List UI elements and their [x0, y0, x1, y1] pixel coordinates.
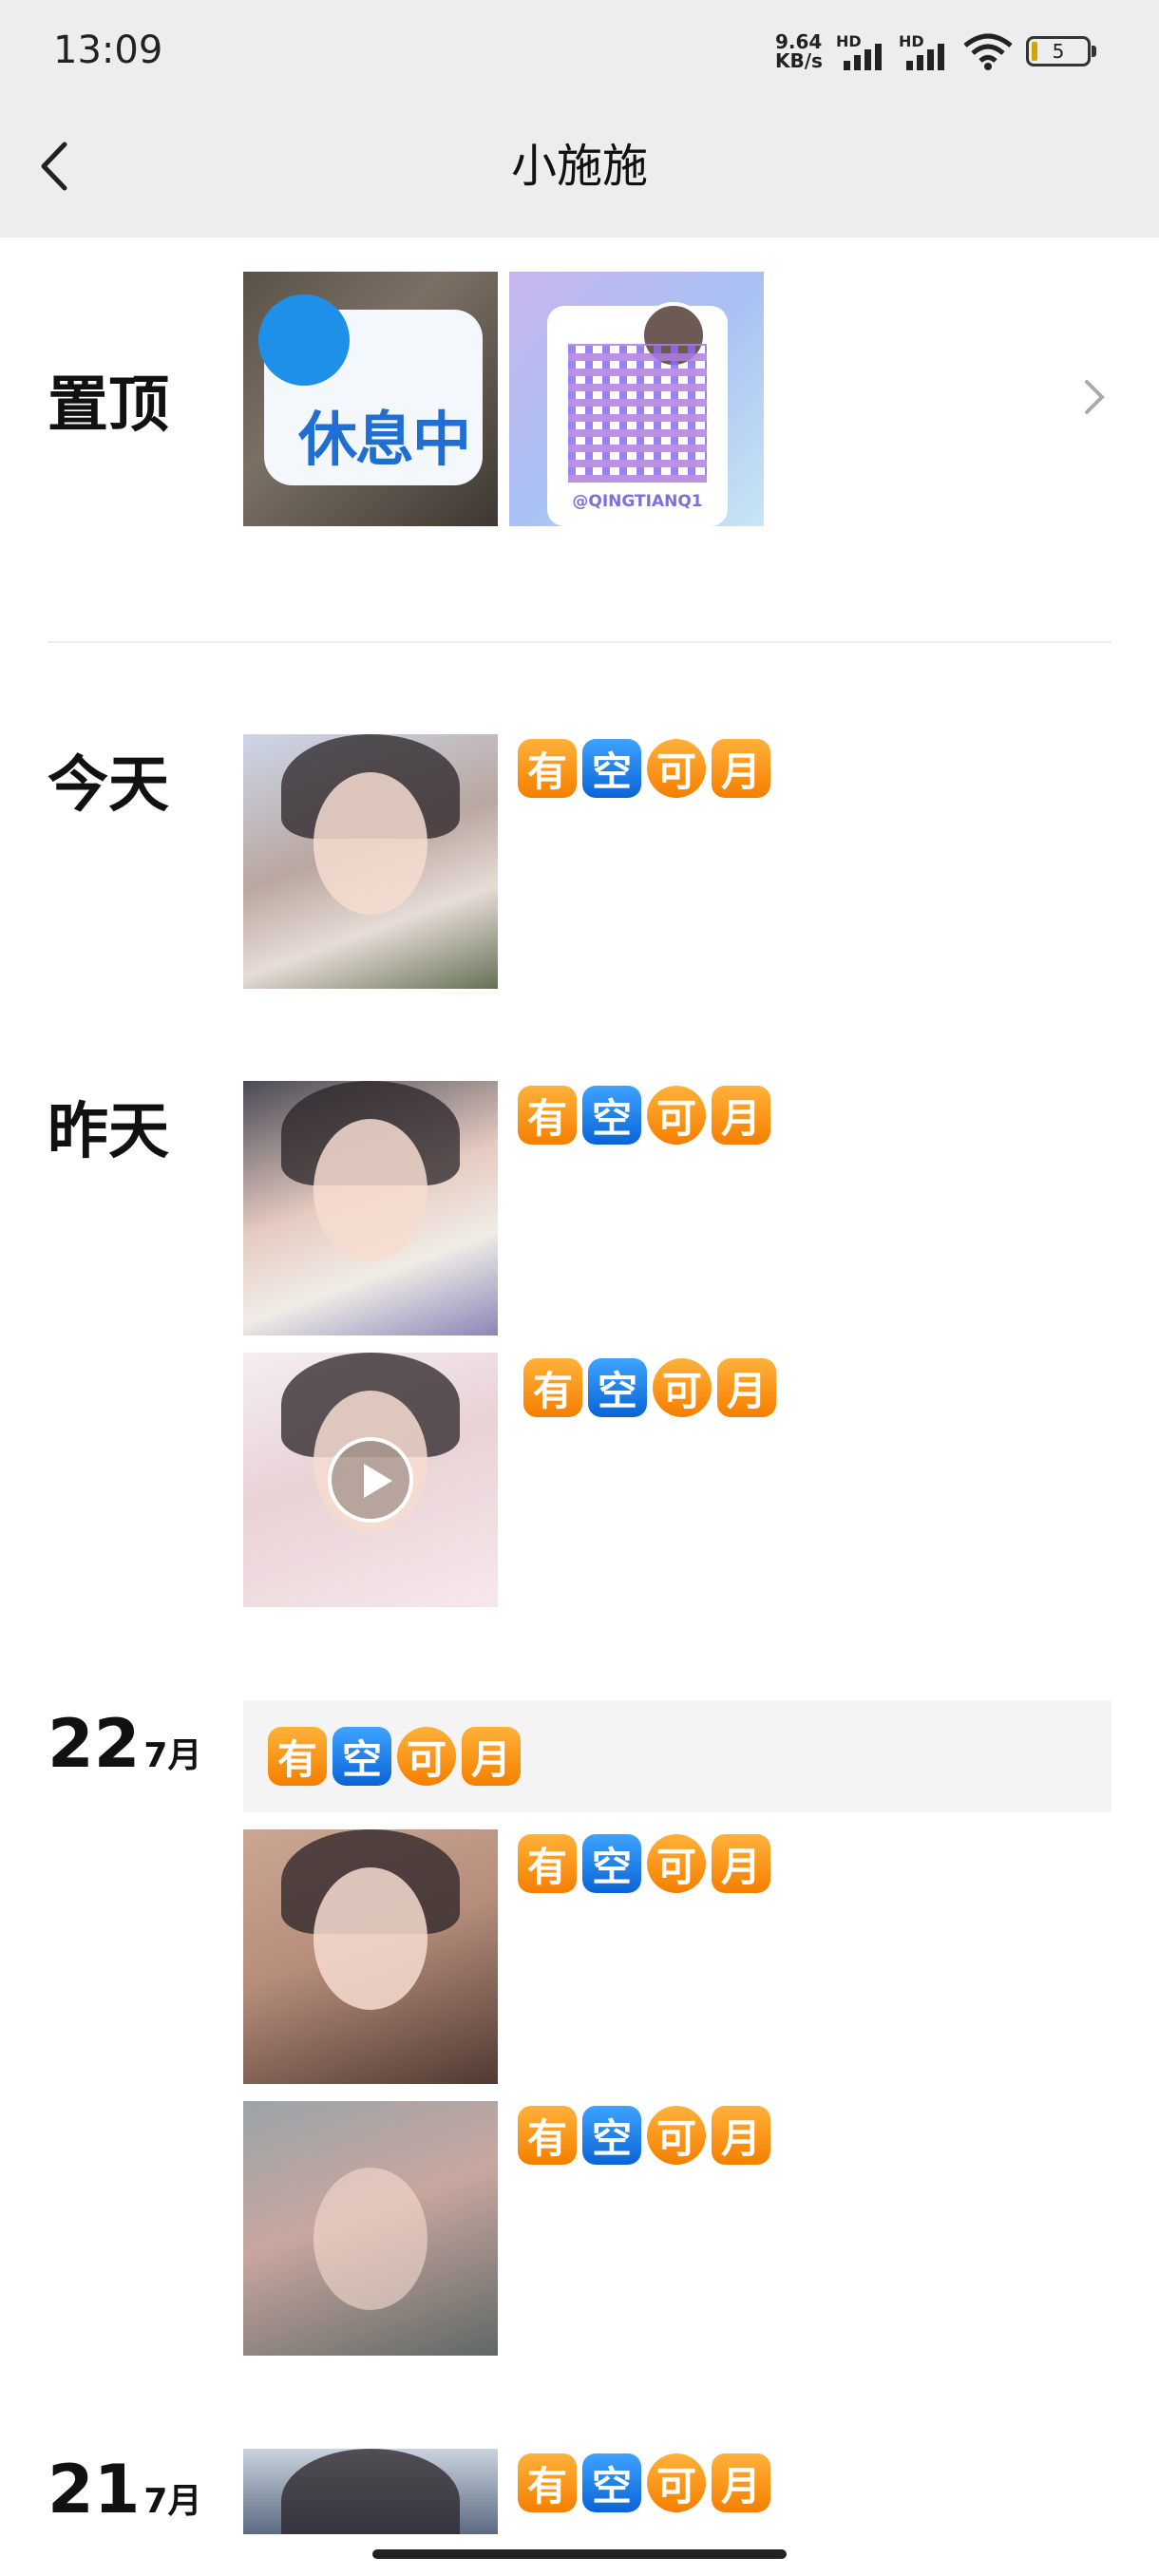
emoji-kong: 空	[332, 1727, 391, 1786]
status-time: 13:09	[53, 28, 163, 72]
emoji-kong: 空	[582, 2453, 641, 2512]
network-speed: 9.64 KB/s	[775, 30, 823, 72]
emoji-you: 有	[518, 1834, 577, 1893]
emoji-caption: 有 空 可 月	[518, 2106, 770, 2165]
emoji-you: 有	[518, 739, 577, 798]
post-photo[interactable]	[243, 2101, 498, 2356]
emoji-yue: 月	[712, 2106, 770, 2165]
emoji-yue: 月	[712, 1834, 770, 1893]
home-indicator[interactable]	[372, 2549, 787, 2559]
post-video[interactable]	[243, 1353, 498, 1607]
emoji-ke: 可	[647, 2453, 706, 2512]
text-post[interactable]: 有 空 可 月	[243, 1700, 1112, 1812]
emoji-ke: 可	[397, 1727, 456, 1786]
emoji-kong: 空	[582, 1086, 641, 1145]
post-photo[interactable]	[243, 1829, 498, 2084]
emoji-caption: 有 空 可 月	[518, 2453, 770, 2512]
emoji-caption: 有 空 可 月	[518, 1086, 770, 1145]
emoji-ke: 可	[653, 1358, 712, 1417]
page-title: 小施施	[510, 140, 648, 193]
date-label-21: 21 7月	[48, 2451, 202, 2529]
qr-card: @QINGTIANQ1	[547, 302, 728, 526]
chevron-right-icon[interactable]	[1079, 376, 1108, 418]
emoji-yue: 月	[712, 739, 770, 798]
date-label-yesterday: 昨天	[48, 1097, 169, 1167]
emoji-ke: 可	[647, 2106, 706, 2165]
emoji-ke: 可	[647, 739, 706, 798]
qr-code	[568, 344, 707, 483]
pinned-label: 置顶	[48, 370, 169, 441]
emoji-you: 有	[523, 1358, 582, 1417]
pinned-photo-qr-code[interactable]: @QINGTIANQ1	[509, 272, 764, 526]
emoji-yue: 月	[717, 1358, 776, 1417]
cell-signal-icon: HD	[899, 32, 954, 70]
emoji-caption: 有 空 可 月	[518, 1834, 770, 1893]
emoji-you: 有	[518, 2106, 577, 2165]
emoji-yue: 月	[712, 1086, 770, 1145]
emoji-caption: 有 空 可 月	[523, 1358, 776, 1417]
battery-icon: 5	[1026, 36, 1091, 66]
emoji-caption: 有 空 可 月	[268, 1727, 521, 1786]
post-photo[interactable]	[243, 1081, 498, 1335]
closed-sign: 休息中	[258, 294, 483, 485]
wifi-icon	[963, 33, 1013, 70]
emoji-kong: 空	[582, 2106, 641, 2165]
emoji-you: 有	[518, 1086, 577, 1145]
emoji-kong: 空	[582, 739, 641, 798]
emoji-you: 有	[268, 1727, 327, 1786]
emoji-ke: 可	[647, 1834, 706, 1893]
date-label-22: 22 7月	[48, 1705, 202, 1783]
pinned-photo-closed-sign[interactable]: 休息中	[243, 272, 498, 526]
date-label-today: 今天	[48, 750, 169, 821]
status-bar: 13:09 9.64 KB/s HD HD 5	[0, 0, 1159, 104]
battery-nub	[1092, 46, 1096, 57]
doraemon-icon	[258, 294, 350, 386]
emoji-kong: 空	[588, 1358, 647, 1417]
emoji-caption: 有 空 可 月	[518, 739, 770, 798]
emoji-ke: 可	[647, 1086, 706, 1145]
emoji-yue: 月	[462, 1727, 521, 1786]
cell-signal-icon: HD	[836, 32, 891, 70]
post-photo[interactable]	[243, 2449, 498, 2534]
divider	[48, 641, 1112, 643]
emoji-kong: 空	[582, 1834, 641, 1893]
emoji-yue: 月	[712, 2453, 770, 2512]
post-photo[interactable]	[243, 734, 498, 989]
emoji-you: 有	[518, 2453, 577, 2512]
play-icon[interactable]	[328, 1437, 413, 1523]
